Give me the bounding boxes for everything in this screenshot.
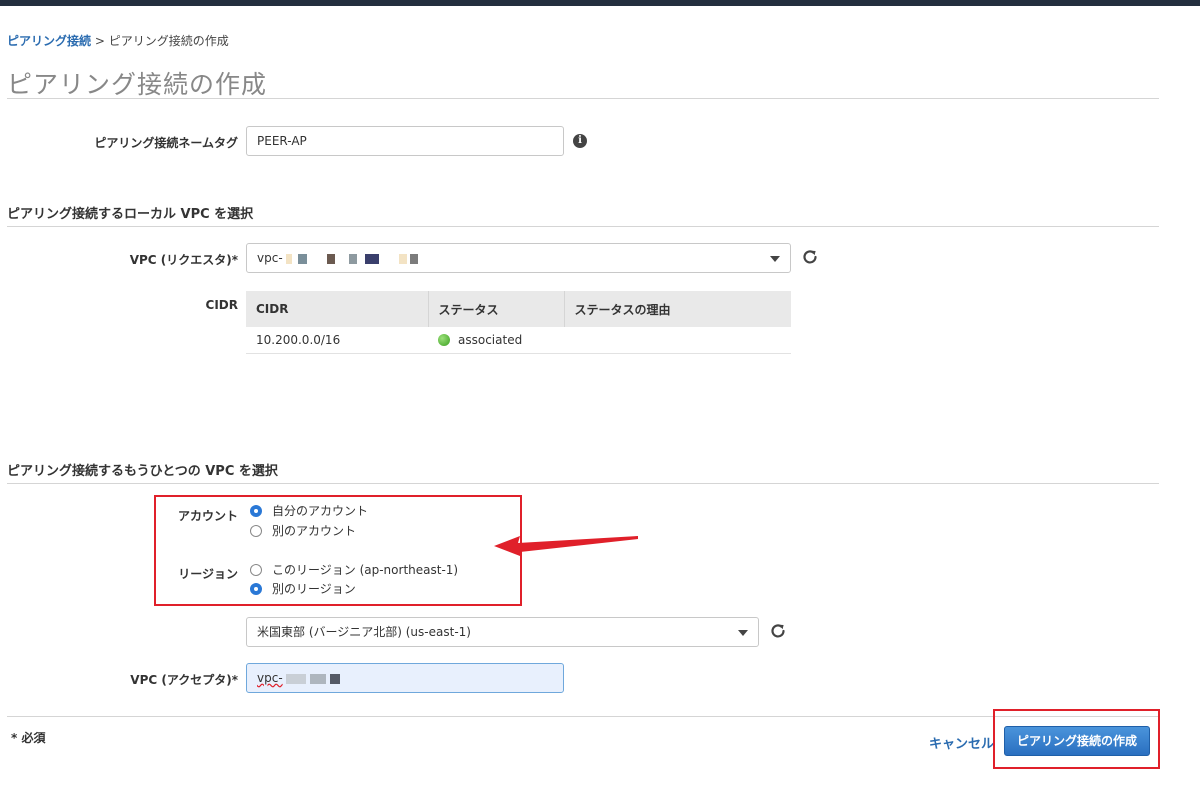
top-bar — [0, 0, 1200, 6]
status-cell: associated — [428, 327, 564, 354]
region-select[interactable]: 米国東部 (バージニア北部) (us-east-1) — [246, 617, 759, 647]
peer-section-divider — [7, 483, 1159, 484]
column-header-status: ステータス — [428, 291, 565, 327]
name-tag-input[interactable]: PEER-AP — [246, 126, 564, 156]
table-header-row: CIDR ステータス ステータスの理由 — [246, 291, 791, 327]
redacted-id — [286, 251, 419, 265]
requester-vpc-select[interactable]: vpc- — [246, 243, 791, 273]
breadcrumb-current: ピアリング接続の作成 — [108, 34, 229, 48]
annotation-arrow-icon — [494, 536, 638, 556]
annotation-highlight-box — [993, 709, 1160, 769]
redacted-id — [286, 671, 341, 685]
chevron-down-icon — [770, 256, 780, 262]
accepter-vpc-label: VPC (アクセプタ)* — [130, 673, 238, 687]
table-row: 10.200.0.0/16 associated — [246, 327, 791, 354]
required-note: * 必須 — [11, 731, 46, 745]
status-reason-cell — [564, 327, 791, 354]
breadcrumb: ピアリング接続 > ピアリング接続の作成 — [7, 32, 229, 49]
refresh-icon[interactable] — [801, 248, 819, 266]
name-tag-label: ピアリング接続ネームタグ — [94, 136, 238, 150]
status-text: associated — [458, 332, 523, 347]
title-divider — [7, 98, 1159, 99]
page-title: ピアリング接続の作成 — [7, 70, 268, 99]
cidr-table: CIDR ステータス ステータスの理由 10.200.0.0/16 associ… — [246, 291, 791, 354]
column-header-cidr: CIDR — [246, 291, 429, 327]
breadcrumb-separator: > — [94, 34, 105, 48]
accepter-vpc-input[interactable]: vpc- — [246, 663, 564, 693]
accepter-vpc-value: vpc- — [257, 671, 283, 685]
breadcrumb-link-peering[interactable]: ピアリング接続 — [7, 34, 91, 48]
cidr-label: CIDR — [205, 298, 238, 312]
local-vpc-heading: ピアリング接続するローカル VPC を選択 — [7, 207, 254, 222]
status-dot-icon — [438, 333, 450, 346]
column-header-status-reason: ステータスの理由 — [564, 291, 791, 327]
cancel-button[interactable]: キャンセル — [929, 733, 994, 752]
requester-vpc-label: VPC (リクエスタ)* — [129, 253, 238, 267]
region-select-value: 米国東部 (バージニア北部) (us-east-1) — [257, 625, 471, 639]
chevron-down-icon — [738, 630, 748, 636]
info-icon[interactable]: i — [573, 134, 587, 148]
footer-divider — [7, 716, 1159, 717]
peer-vpc-heading: ピアリング接続するもうひとつの VPC を選択 — [7, 464, 278, 479]
refresh-icon[interactable] — [769, 622, 787, 640]
annotation-highlight-box — [154, 495, 522, 606]
local-section-divider — [7, 226, 1159, 227]
cidr-cell: 10.200.0.0/16 — [246, 327, 428, 354]
requester-vpc-value: vpc- — [257, 251, 283, 265]
